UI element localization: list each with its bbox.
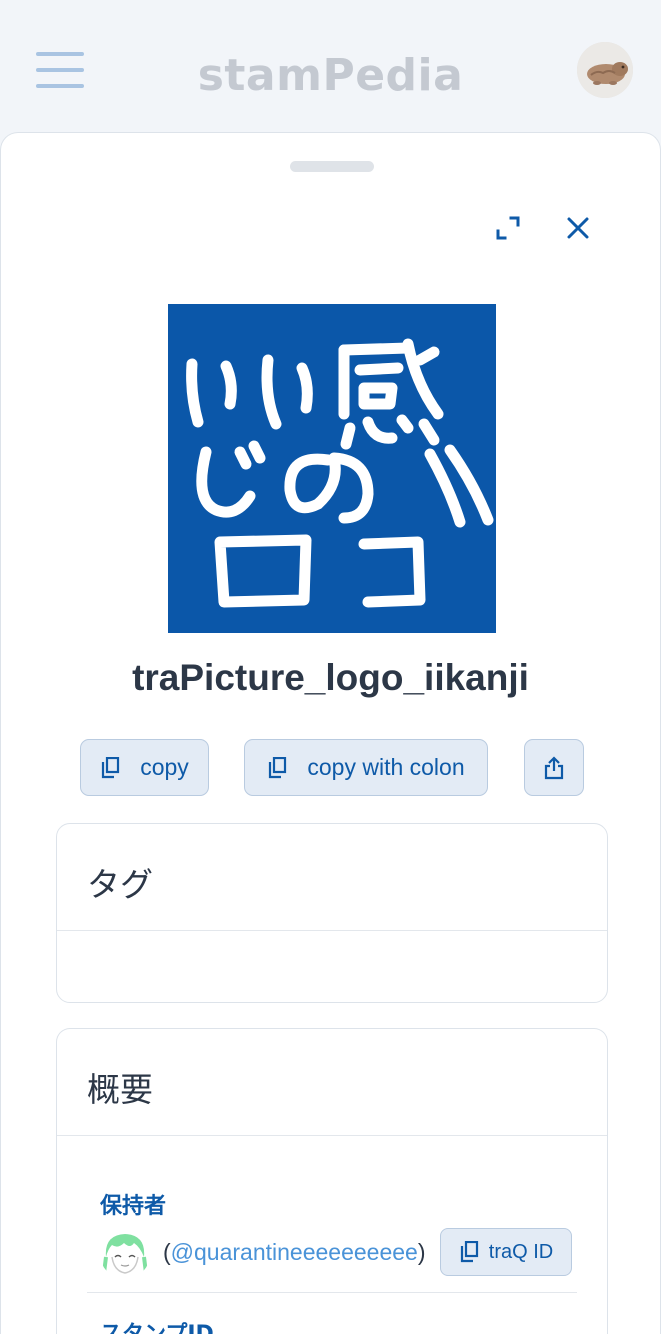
stamp-detail-sheet: traPicture_logo_iikanji copy copy with c…	[0, 132, 661, 1334]
owner-handle: (@quarantineeeeeeeeee)	[163, 1239, 426, 1266]
owner-label: 保持者	[100, 1194, 167, 1219]
divider	[57, 930, 607, 931]
stamp-name: traPicture_logo_iikanji	[132, 657, 529, 698]
copy-button[interactable]: copy	[80, 739, 209, 796]
close-button[interactable]	[556, 206, 600, 250]
copy-traq-id-button[interactable]: traQ ID	[440, 1228, 572, 1276]
tag-card-title: タグ	[87, 865, 153, 904]
traq-id-label: traQ ID	[488, 1240, 554, 1263]
app-title[interactable]: stamPedia	[0, 50, 661, 101]
copy-label: copy	[140, 754, 189, 780]
copy-icon	[100, 756, 120, 779]
stamp-image	[168, 304, 496, 633]
copy-icon	[267, 756, 287, 779]
copy-with-colon-label: copy with colon	[307, 754, 465, 780]
owner-handle-link[interactable]: @quarantineeeeeeeeee	[171, 1239, 418, 1265]
copy-icon	[459, 1241, 479, 1263]
stamp-id-label: スタンプID	[100, 1316, 214, 1334]
close-icon	[567, 217, 589, 239]
owner-handle-close: )	[417, 1239, 426, 1265]
expand-button[interactable]	[486, 206, 530, 250]
share-button[interactable]	[524, 739, 584, 796]
divider	[57, 1135, 607, 1136]
tag-card: タグ	[56, 823, 608, 1003]
summary-card-title: 概要	[87, 1070, 153, 1109]
divider	[87, 1292, 577, 1293]
copy-with-colon-button[interactable]: copy with colon	[244, 739, 488, 796]
expand-icon	[496, 216, 520, 240]
drag-handle[interactable]	[290, 161, 374, 172]
user-avatar[interactable]	[577, 42, 633, 98]
owner-avatar[interactable]	[100, 1229, 150, 1279]
summary-card: 概要 保持者 (@quarantineeeeeeeeee) traQ ID	[56, 1028, 608, 1334]
share-icon	[544, 755, 564, 780]
app-header: stamPedia	[0, 0, 661, 132]
owner-handle-open: (	[163, 1239, 171, 1265]
